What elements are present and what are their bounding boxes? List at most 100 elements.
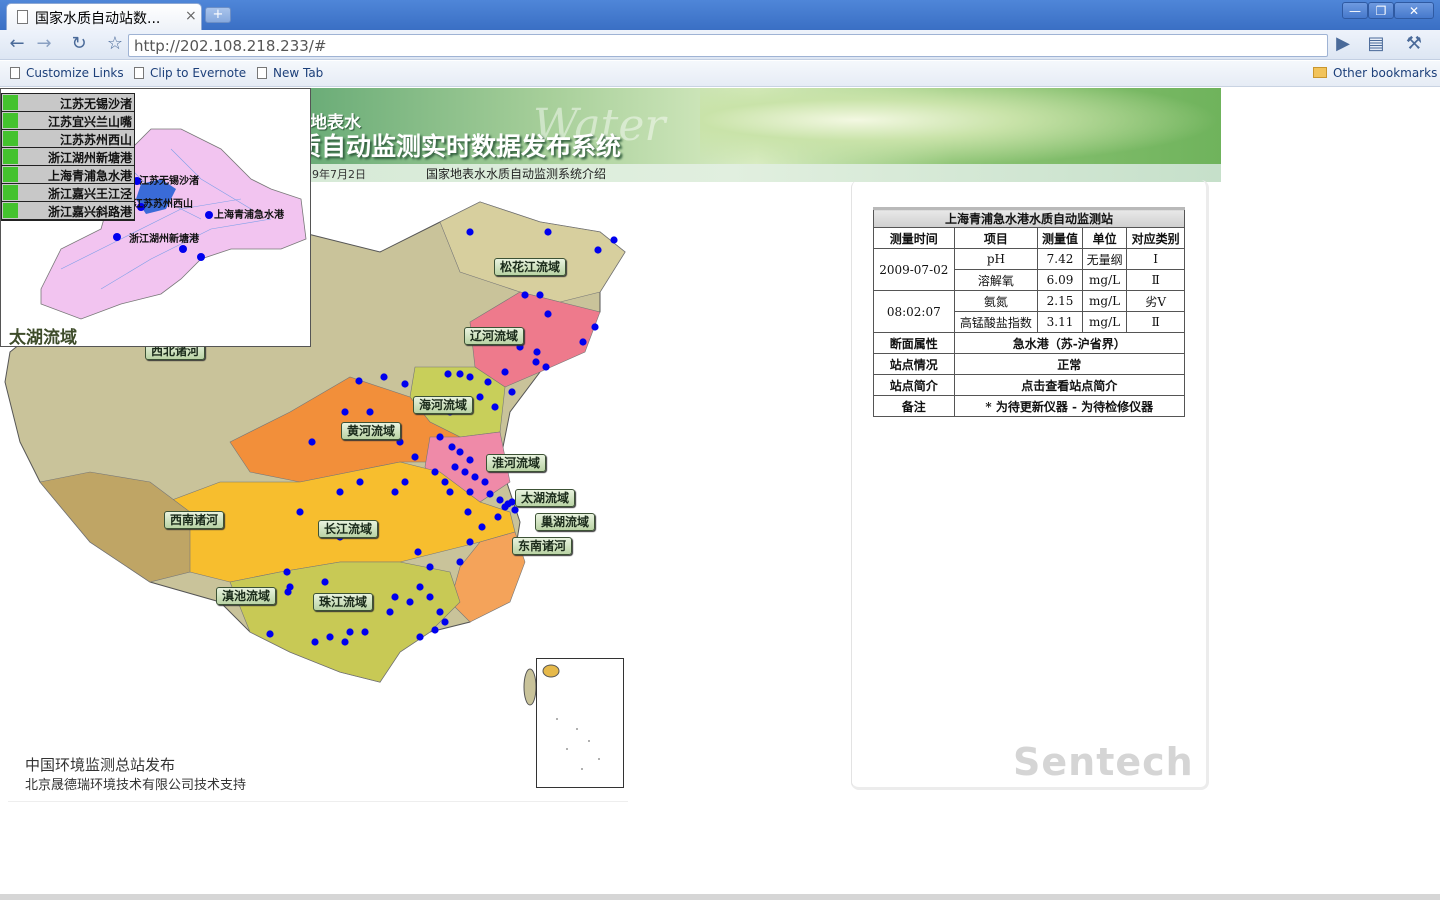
- station-dot[interactable]: [441, 478, 449, 486]
- station-dot[interactable]: [411, 453, 419, 461]
- station-dot[interactable]: [532, 358, 540, 366]
- station-dot[interactable]: [594, 246, 602, 254]
- basin-label-yangtze[interactable]: 长江流域: [318, 520, 379, 538]
- station-dot[interactable]: [296, 508, 304, 516]
- station-dot[interactable]: [406, 598, 414, 606]
- station-dot[interactable]: [544, 228, 552, 236]
- bookmark-clip-to-evernote[interactable]: Clip to Evernote: [134, 66, 246, 80]
- station-dot[interactable]: [511, 506, 519, 514]
- station-dot[interactable]: [484, 378, 492, 386]
- station-dot[interactable]: [448, 443, 456, 451]
- station-dot[interactable]: [356, 478, 364, 486]
- station-dot[interactable]: [466, 373, 474, 381]
- station-dot[interactable]: [426, 563, 434, 571]
- station-dot[interactable]: [366, 408, 374, 416]
- station-dot[interactable]: [610, 236, 618, 244]
- basin-label-liao[interactable]: 辽河流域: [464, 327, 525, 345]
- back-arrow-icon[interactable]: ←: [5, 33, 29, 57]
- station-dot[interactable]: [436, 433, 444, 441]
- station-dot[interactable]: [431, 626, 439, 634]
- map-label-wuxi[interactable]: 江苏无锡沙渚: [139, 174, 199, 187]
- station-dot[interactable]: [536, 291, 544, 299]
- basin-label-southwest[interactable]: 西南诸河: [164, 511, 225, 529]
- wrench-icon[interactable]: ⚒: [1402, 33, 1426, 57]
- url-text[interactable]: http://202.108.218.233/#: [134, 37, 326, 55]
- taihu-station-dot[interactable]: [113, 233, 121, 241]
- station-dot[interactable]: [361, 628, 369, 636]
- station-dot[interactable]: [456, 370, 464, 378]
- basin-label-chaohu[interactable]: 巢湖流域: [535, 513, 596, 531]
- station-item[interactable]: 浙江嘉兴斜路港: [2, 202, 134, 220]
- basin-label-southeast[interactable]: 东南诸河: [512, 537, 573, 555]
- basin-label-dianchi[interactable]: 滇池流域: [216, 587, 277, 605]
- bookmark-customize-links[interactable]: Customize Links: [10, 66, 124, 80]
- station-dot[interactable]: [311, 638, 319, 646]
- station-dot[interactable]: [386, 608, 394, 616]
- station-dot[interactable]: [451, 463, 459, 471]
- bookmark-new-tab[interactable]: New Tab: [257, 66, 323, 80]
- station-dot[interactable]: [471, 473, 479, 481]
- station-item[interactable]: 江苏苏州西山: [2, 130, 134, 148]
- tab-close-icon[interactable]: ×: [185, 8, 197, 24]
- station-dot[interactable]: [414, 548, 422, 556]
- station-dot[interactable]: [591, 323, 599, 331]
- station-dot[interactable]: [308, 438, 316, 446]
- station-dot[interactable]: [380, 373, 388, 381]
- station-intro-link[interactable]: 点击查看站点简介: [953, 374, 1186, 396]
- page-menu-icon[interactable]: ▤: [1364, 33, 1388, 57]
- go-arrow-icon[interactable]: ▶: [1331, 33, 1355, 57]
- basin-label-pearl[interactable]: 珠江流域: [313, 593, 374, 611]
- station-dot[interactable]: [464, 508, 472, 516]
- tab-active[interactable]: 国家水质自动站数... ×: [6, 3, 202, 30]
- station-dot[interactable]: [426, 593, 434, 601]
- station-dot[interactable]: [476, 393, 484, 401]
- station-dot[interactable]: [508, 388, 516, 396]
- station-dot[interactable]: [341, 638, 349, 646]
- station-dot[interactable]: [441, 618, 449, 626]
- station-item[interactable]: 江苏无锡沙渚: [2, 94, 134, 112]
- taihu-station-dot[interactable]: [205, 211, 213, 219]
- station-dot[interactable]: [544, 310, 552, 318]
- station-dot[interactable]: [504, 500, 512, 508]
- station-dot[interactable]: [436, 608, 444, 616]
- station-dot[interactable]: [355, 377, 363, 385]
- station-dot[interactable]: [456, 448, 464, 456]
- address-bar[interactable]: http://202.108.218.233/#: [128, 34, 1328, 57]
- station-dot[interactable]: [486, 490, 494, 498]
- system-intro-link[interactable]: 国家地表水水质自动监测系统介绍: [426, 165, 606, 182]
- taihu-station-dot[interactable]: [197, 253, 205, 261]
- station-dot[interactable]: [533, 348, 541, 356]
- map-label-huzhou[interactable]: 浙江湖州新塘港: [129, 232, 200, 245]
- station-dot[interactable]: [336, 488, 344, 496]
- maximize-button[interactable]: ❐: [1368, 2, 1394, 19]
- station-dot[interactable]: [466, 456, 474, 464]
- station-dot[interactable]: [466, 538, 474, 546]
- reload-icon[interactable]: ↻: [67, 33, 91, 57]
- bookmark-star-icon[interactable]: ☆: [103, 33, 127, 57]
- station-dot[interactable]: [326, 633, 334, 641]
- close-window-button[interactable]: ✕: [1394, 2, 1434, 19]
- station-dot[interactable]: [401, 380, 409, 388]
- station-item[interactable]: 江苏宜兴兰山嘴: [2, 112, 134, 130]
- basin-label-taihu[interactable]: 太湖流域: [515, 489, 576, 507]
- station-dot[interactable]: [391, 593, 399, 601]
- station-dot[interactable]: [391, 488, 399, 496]
- station-item[interactable]: 浙江嘉兴王江泾: [2, 184, 134, 202]
- station-dot[interactable]: [346, 628, 354, 636]
- other-bookmarks[interactable]: Other bookmarks: [1313, 66, 1437, 80]
- station-dot[interactable]: [456, 558, 464, 566]
- forward-arrow-icon[interactable]: →: [32, 33, 56, 57]
- station-dot[interactable]: [284, 588, 292, 596]
- station-dot[interactable]: [416, 633, 424, 641]
- station-dot[interactable]: [496, 496, 504, 504]
- map-label-suzhou[interactable]: 江苏苏州西山: [133, 197, 193, 210]
- station-dot[interactable]: [491, 403, 499, 411]
- map-label-qingpu[interactable]: 上海青浦急水港: [214, 208, 285, 221]
- new-tab-button[interactable]: +: [205, 7, 231, 23]
- minimize-button[interactable]: —: [1342, 2, 1368, 19]
- station-dot[interactable]: [321, 578, 329, 586]
- basin-label-yellow[interactable]: 黄河流域: [341, 422, 402, 440]
- station-item[interactable]: 上海青浦急水港: [2, 166, 134, 184]
- station-dot[interactable]: [446, 488, 454, 496]
- station-dot[interactable]: [521, 291, 529, 299]
